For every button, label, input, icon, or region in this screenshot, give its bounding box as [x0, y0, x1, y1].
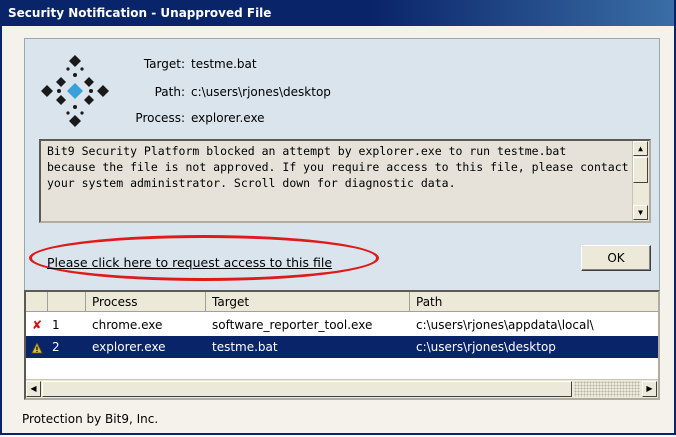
message-line-3: your system administrator. Scroll down f… — [47, 176, 456, 190]
diagnostic-table: Process Target Path ✘ 1 chrome.exe softw… — [24, 290, 660, 400]
hscroll-thumb[interactable] — [42, 381, 572, 397]
process-label: Process: — [135, 111, 185, 125]
scroll-up-icon[interactable]: ▲ — [633, 141, 648, 156]
header-process[interactable]: Process — [86, 292, 206, 312]
notification-panel: Target: testme.bat Path: c:\users\rjones… — [24, 38, 660, 296]
row-index: 2 — [52, 340, 60, 354]
row-process: explorer.exe — [92, 340, 166, 354]
message-scrollbar[interactable]: ▲ ▼ — [632, 141, 649, 221]
message-line-1: Bit9 Security Platform blocked an attemp… — [47, 144, 567, 158]
header-path[interactable]: Path — [410, 292, 658, 312]
row-process: chrome.exe — [92, 318, 163, 332]
window-content: Target: testme.bat Path: c:\users\rjones… — [2, 26, 674, 433]
red-x-icon: ✘ — [32, 318, 43, 332]
header-index-col[interactable] — [48, 292, 86, 312]
row-target: testme.bat — [212, 340, 278, 354]
warning-icon — [26, 336, 48, 358]
target-value: testme.bat — [191, 57, 257, 71]
row-index: 1 — [52, 318, 60, 332]
scroll-right-icon[interactable]: ▶ — [642, 381, 657, 397]
hscroll-track[interactable] — [574, 381, 640, 397]
window-titlebar[interactable]: Security Notification - Unapproved File — [2, 0, 674, 26]
table-header: Process Target Path — [26, 292, 658, 312]
scroll-thumb[interactable] — [633, 157, 648, 183]
footer-text: Protection by Bit9, Inc. — [22, 412, 159, 426]
target-label: Target: — [143, 57, 185, 71]
ok-button[interactable]: OK — [581, 245, 651, 271]
process-value: explorer.exe — [191, 111, 265, 125]
block-message-box[interactable]: Bit9 Security Platform blocked an attemp… — [39, 139, 651, 223]
scroll-left-icon[interactable]: ◀ — [26, 381, 41, 397]
security-notification-window: Security Notification - Unapproved File — [0, 0, 676, 435]
table-hscrollbar[interactable]: ◀ ▶ — [26, 379, 658, 398]
table-row[interactable]: ✘ 1 chrome.exe software_reporter_tool.ex… — [26, 314, 658, 336]
row-target: software_reporter_tool.exe — [212, 318, 373, 332]
row-path: c:\users\rjones\appdata\local\ — [416, 318, 594, 332]
message-line-2: because the file is not approved. If you… — [47, 160, 629, 174]
row-path: c:\users\rjones\desktop — [416, 340, 556, 354]
header-target[interactable]: Target — [206, 292, 410, 312]
path-label: Path: — [154, 85, 185, 99]
table-row[interactable]: 2 explorer.exe testme.bat c:\users\rjone… — [26, 336, 658, 358]
path-value: c:\users\rjones\desktop — [191, 85, 331, 99]
header-icon-col[interactable] — [26, 292, 48, 312]
scroll-down-icon[interactable]: ▼ — [633, 205, 648, 220]
request-access-link[interactable]: Please click here to request access to t… — [47, 255, 332, 270]
